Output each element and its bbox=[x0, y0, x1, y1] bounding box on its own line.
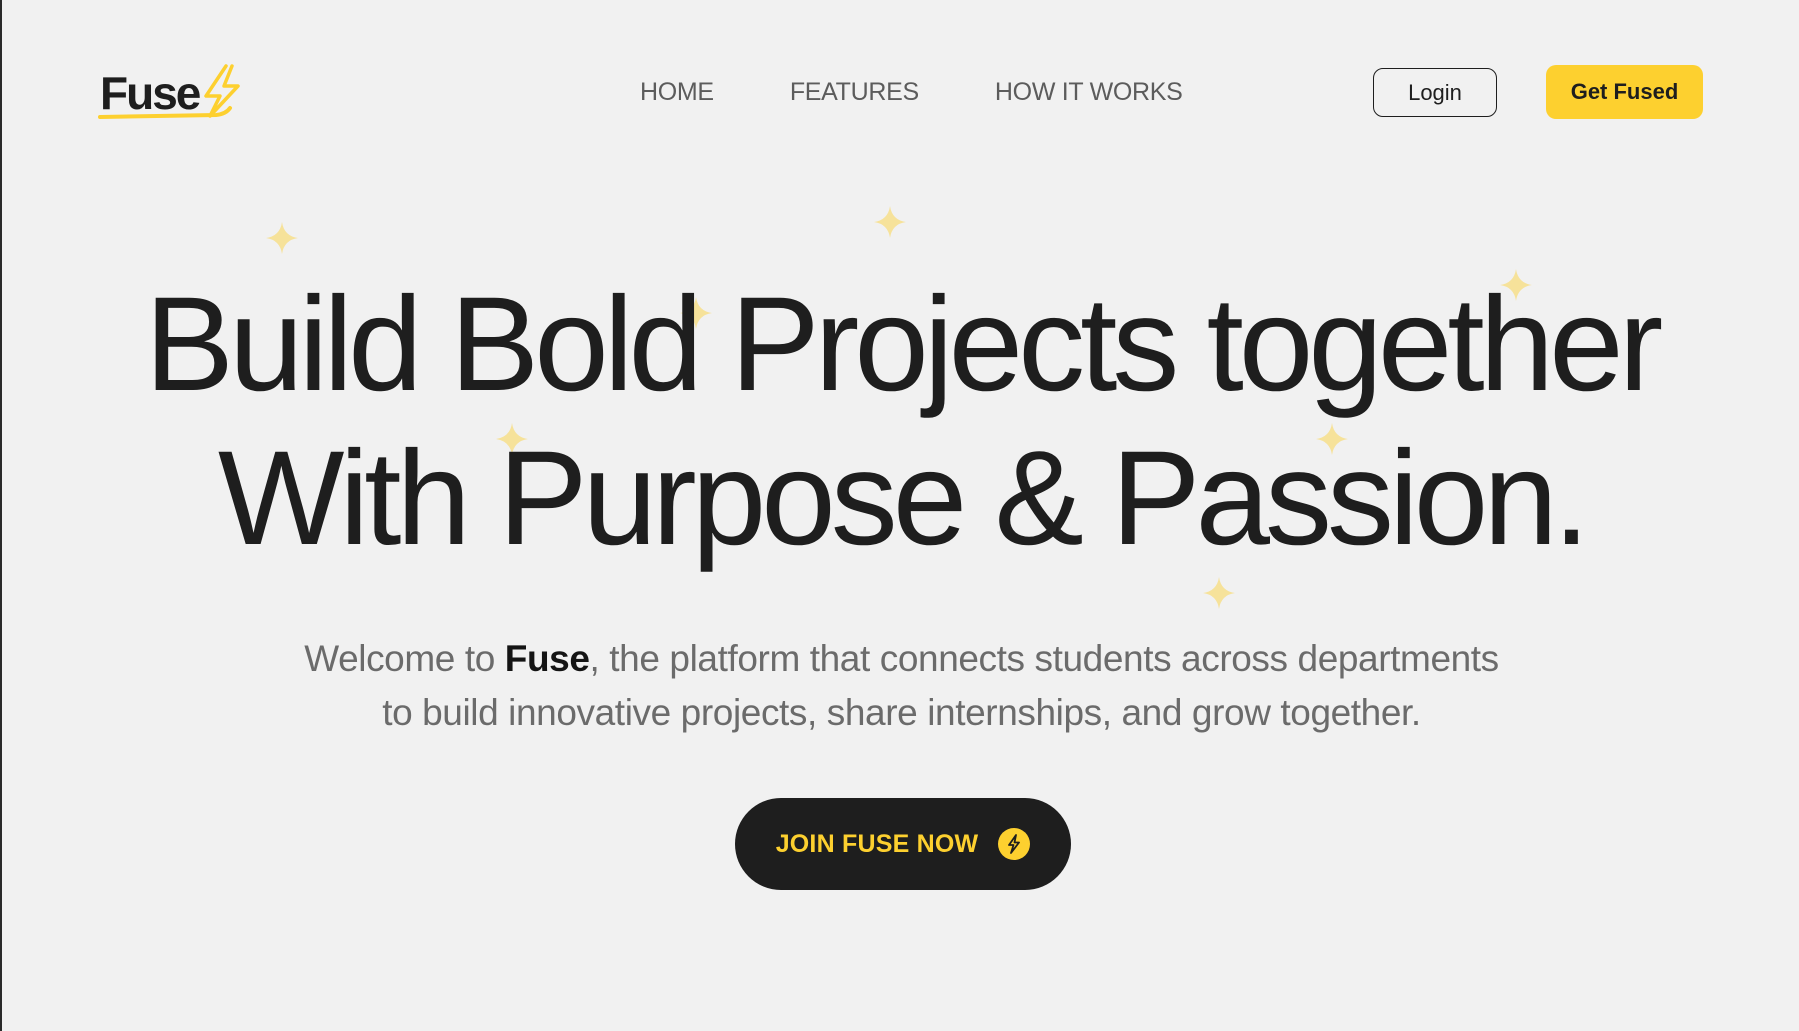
sparkle-icon bbox=[265, 221, 299, 255]
nav-features[interactable]: FEATURES bbox=[790, 78, 919, 106]
join-fuse-now-button[interactable]: JOIN FUSE NOW bbox=[735, 798, 1071, 890]
subtitle-line-1-rest: , the platform that connects students ac… bbox=[589, 638, 1500, 679]
sparkle-icon bbox=[1202, 576, 1236, 610]
brand-logo[interactable]: Fuse bbox=[98, 60, 248, 130]
subtitle-prefix: Welcome to bbox=[304, 638, 505, 679]
hero-headline-line-2: With Purpose & Passion. bbox=[217, 424, 1590, 573]
main-nav: HOME FEATURES HOW IT WORKS bbox=[640, 78, 1183, 106]
get-fused-button[interactable]: Get Fused bbox=[1546, 65, 1703, 119]
nav-home[interactable]: HOME bbox=[640, 78, 714, 106]
nav-how-it-works[interactable]: HOW IT WORKS bbox=[995, 78, 1183, 106]
subtitle-brand: Fuse bbox=[504, 638, 590, 679]
lightning-circle-icon bbox=[998, 828, 1031, 860]
login-button[interactable]: Login bbox=[1373, 68, 1497, 117]
hero-subtitle-line-1: Welcome to Fuse, the platform that conne… bbox=[2, 632, 1799, 686]
cta-label: JOIN FUSE NOW bbox=[775, 829, 979, 858]
lightning-bolt-icon bbox=[98, 64, 240, 119]
sparkle-icon bbox=[873, 205, 907, 239]
hero-headline-line-1: Build Bold Projects together bbox=[144, 270, 1664, 419]
hero-subtitle-line-2: to build innovative projects, share inte… bbox=[382, 692, 1421, 733]
landing-page: Fuse HOME FEATURES HOW IT WORKS Login Ge… bbox=[0, 0, 1799, 1031]
